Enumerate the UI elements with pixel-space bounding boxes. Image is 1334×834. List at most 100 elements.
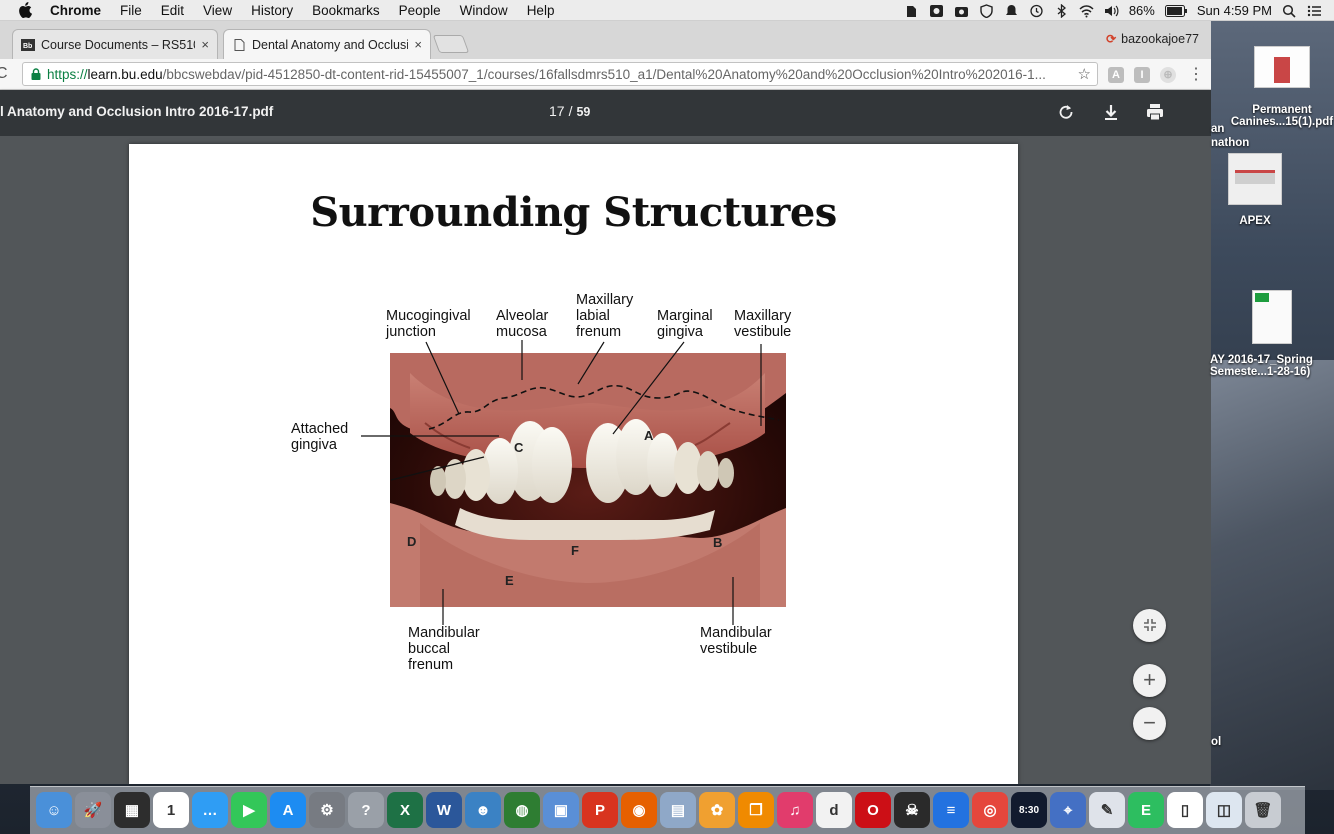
time-machine-icon[interactable] bbox=[1029, 4, 1044, 18]
label-maxillary-vestibule: Maxillary vestibule bbox=[734, 308, 792, 340]
dock-powerpoint-p-icon[interactable]: P bbox=[582, 792, 618, 828]
pdf-document-title: l Anatomy and Occlusion Intro 2016-17.pd… bbox=[0, 104, 274, 119]
chrome-menu-icon[interactable]: ⋮ bbox=[1188, 64, 1204, 84]
volume-icon[interactable] bbox=[1104, 4, 1119, 18]
dock-opera-icon[interactable]: O bbox=[855, 792, 891, 828]
dock-safari-like-icon[interactable]: ⌖ bbox=[1050, 792, 1086, 828]
svg-text:Bb: Bb bbox=[23, 43, 32, 50]
label-mandibular-buccal-frenum: Mandibular buccal frenum bbox=[408, 625, 480, 673]
dock-photos-icon[interactable]: ✿ bbox=[699, 792, 735, 828]
app-status-icon[interactable] bbox=[929, 4, 944, 18]
menu-file[interactable]: File bbox=[120, 3, 142, 18]
extension-download-icon[interactable]: ⊕ bbox=[1160, 67, 1176, 83]
evernote-status-icon[interactable] bbox=[904, 4, 919, 18]
menubar-clock[interactable]: Sun 4:59 PM bbox=[1197, 3, 1272, 18]
dock-skull-app-icon[interactable]: ☠ bbox=[894, 792, 930, 828]
tab-close-icon[interactable]: × bbox=[201, 37, 209, 52]
menu-chrome[interactable]: Chrome bbox=[50, 3, 101, 18]
label-marginal-gingiva: Marginal gingiva bbox=[657, 308, 713, 340]
label-maxillary-labial-frenum: Maxillary labial frenum bbox=[576, 292, 634, 340]
dock-paintbrush-icon[interactable]: ✎ bbox=[1089, 792, 1125, 828]
desktop-file-label: APEX bbox=[1239, 215, 1271, 227]
dock-dictionary-icon[interactable]: d bbox=[816, 792, 852, 828]
battery-percent: 86% bbox=[1128, 3, 1155, 18]
label-mandibular-vestibule: Mandibular vestibule bbox=[700, 625, 772, 657]
extension-a-icon[interactable]: A bbox=[1108, 67, 1124, 83]
notification-center-icon[interactable] bbox=[1307, 4, 1322, 18]
tab-close-icon[interactable]: × bbox=[414, 37, 422, 52]
dock-evernote-icon[interactable]: E bbox=[1128, 792, 1164, 828]
battery-icon[interactable] bbox=[1164, 4, 1187, 17]
marker-f: F bbox=[571, 543, 579, 558]
dock-preview-2-icon[interactable]: ▤ bbox=[660, 792, 696, 828]
new-tab-button[interactable] bbox=[432, 35, 470, 53]
desktop-file-ay-2016-17[interactable]: AY 2016-17_Spring Semeste...1-28-16) bbox=[1210, 290, 1334, 378]
dock-itunes-icon[interactable]: ♫ bbox=[777, 792, 813, 828]
menu-window[interactable]: Window bbox=[460, 3, 508, 18]
rotate-icon[interactable] bbox=[1055, 101, 1077, 123]
menu-history[interactable]: History bbox=[251, 3, 293, 18]
menu-help[interactable]: Help bbox=[527, 3, 555, 18]
dock-messages-icon[interactable]: … bbox=[192, 792, 228, 828]
marker-a: A bbox=[644, 428, 654, 443]
dock-list-app-icon[interactable]: ≡ bbox=[933, 792, 969, 828]
dock-app-store-icon[interactable]: A bbox=[270, 792, 306, 828]
dock-calendar-icon[interactable]: 1 bbox=[153, 792, 189, 828]
desktop-file-apex[interactable]: APEX bbox=[1225, 153, 1285, 227]
dock-finder-icon[interactable]: ☺ bbox=[36, 792, 72, 828]
dock-excel-icon[interactable]: X bbox=[387, 792, 423, 828]
desktop-partial-label-ol: ol bbox=[1211, 736, 1222, 748]
shield-status-icon[interactable] bbox=[979, 3, 994, 18]
dock-trash-icon[interactable]: 🗑 bbox=[1245, 792, 1281, 828]
url-scheme: https:// bbox=[47, 66, 88, 82]
tab-dental-anatomy[interactable]: Dental Anatomy and Occlusion × bbox=[223, 29, 431, 59]
fit-to-page-icon bbox=[1143, 619, 1156, 631]
current-page[interactable]: 17 bbox=[549, 103, 565, 119]
dock-system-preferences-icon[interactable]: ⚙ bbox=[309, 792, 345, 828]
page-separator: / bbox=[568, 103, 573, 119]
profile-button[interactable]: ⟳ bazookajoe77 bbox=[1106, 32, 1199, 46]
dock-help-icon[interactable]: ? bbox=[348, 792, 384, 828]
spotlight-search-icon[interactable] bbox=[1282, 4, 1297, 18]
lock-icon[interactable] bbox=[31, 68, 41, 80]
dock-chrome-icon[interactable]: ◎ bbox=[972, 792, 1008, 828]
fit-page-button[interactable] bbox=[1133, 609, 1166, 642]
reload-icon[interactable]: C bbox=[0, 65, 8, 83]
zoom-out-button[interactable]: − bbox=[1133, 707, 1166, 740]
desktop-file-permanent-canines[interactable]: Permanent Canines...15(1).pdf bbox=[1230, 46, 1334, 128]
desktop-file-label: AY 2016-17_Spring Semeste...1-28-16) bbox=[1210, 354, 1313, 378]
bell-status-icon[interactable] bbox=[1004, 4, 1019, 18]
menu-people[interactable]: People bbox=[399, 3, 441, 18]
download-icon[interactable] bbox=[1100, 101, 1122, 123]
menu-edit[interactable]: Edit bbox=[161, 3, 184, 18]
dock-clock-app-icon[interactable]: 8:30 bbox=[1011, 792, 1047, 828]
menu-view[interactable]: View bbox=[203, 3, 232, 18]
bookmark-star-icon[interactable]: ☆ bbox=[1073, 65, 1091, 83]
document-thumbnail-icon bbox=[1228, 153, 1282, 205]
extension-i-icon[interactable]: I bbox=[1134, 67, 1150, 83]
apple-icon[interactable] bbox=[18, 2, 32, 18]
dock-network-icon[interactable]: ◍ bbox=[504, 792, 540, 828]
dock-document-icon[interactable]: ▯ bbox=[1167, 792, 1203, 828]
dock-mission-control-icon[interactable]: ▦ bbox=[114, 792, 150, 828]
url-host: learn.bu.edu bbox=[87, 66, 163, 82]
dock-preview-icon[interactable]: ▣ bbox=[543, 792, 579, 828]
print-icon[interactable] bbox=[1144, 101, 1166, 123]
bluetooth-icon[interactable] bbox=[1054, 3, 1069, 18]
tab-course-documents[interactable]: Bb Course Documents – RS510 A × bbox=[12, 29, 218, 59]
dock-preview-image-icon[interactable]: ◫ bbox=[1206, 792, 1242, 828]
dock-contacts-icon[interactable]: ☻ bbox=[465, 792, 501, 828]
menu-bookmarks[interactable]: Bookmarks bbox=[312, 3, 380, 18]
wifi-icon[interactable] bbox=[1079, 4, 1094, 18]
teeth-photo bbox=[390, 353, 786, 607]
dock-ibooks-icon[interactable]: ❐ bbox=[738, 792, 774, 828]
dock-launchpad-icon[interactable]: 🚀 bbox=[75, 792, 111, 828]
dock-facetime-icon[interactable]: ▶ bbox=[231, 792, 267, 828]
dock-firefox-icon[interactable]: ◉ bbox=[621, 792, 657, 828]
tab-strip: Bb Course Documents – RS510 A × Dental A… bbox=[0, 21, 1211, 59]
camera-status-icon[interactable] bbox=[954, 4, 969, 18]
zoom-in-button[interactable]: + bbox=[1133, 664, 1166, 697]
address-bar[interactable]: https://learn.bu.edu/bbcswebdav/pid-4512… bbox=[22, 62, 1098, 86]
dock-word-icon[interactable]: W bbox=[426, 792, 462, 828]
page-indicator[interactable]: 17/59 bbox=[549, 103, 590, 119]
